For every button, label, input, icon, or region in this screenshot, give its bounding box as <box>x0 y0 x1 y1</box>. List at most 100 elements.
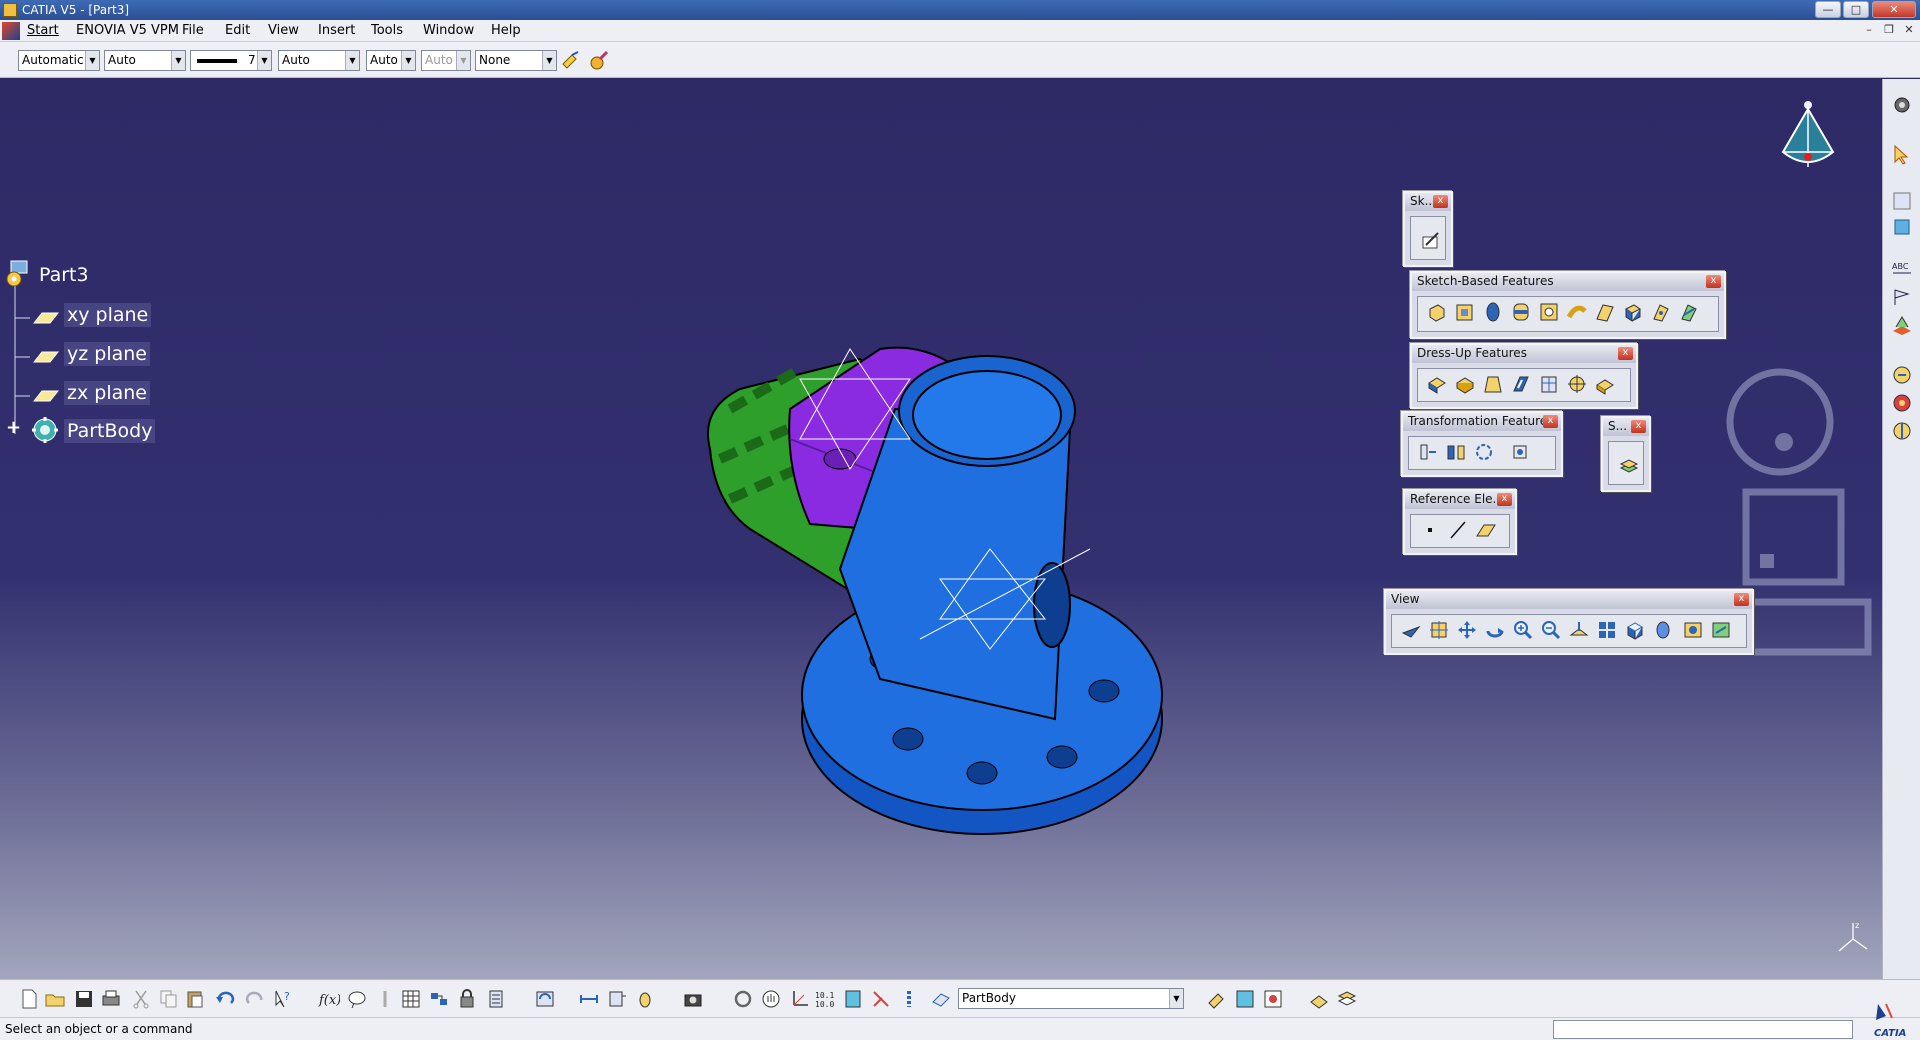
measure-between-icon[interactable] <box>578 988 600 1010</box>
color-combo[interactable]: Automatic ▼ <box>18 50 100 71</box>
scan-icon[interactable] <box>842 988 864 1010</box>
surface-based-features-close-button[interactable]: x <box>1631 420 1646 433</box>
assemble-icon[interactable] <box>1262 988 1284 1010</box>
hole-icon[interactable] <box>1538 301 1560 323</box>
chevron-down-icon[interactable]: ▼ <box>85 51 99 70</box>
power-input-field[interactable] <box>1553 1020 1853 1039</box>
boolean-icon[interactable] <box>1234 988 1256 1010</box>
design-table-icon[interactable] <box>400 988 422 1010</box>
transformation-features-close-button[interactable]: x <box>1543 415 1558 428</box>
chevron-down-icon[interactable]: ▼ <box>401 51 415 70</box>
thickness-icon[interactable] <box>1538 373 1560 395</box>
part-icon[interactable] <box>2 259 32 291</box>
catia-app-icon[interactable] <box>3 3 17 17</box>
undo-icon[interactable] <box>214 988 236 1010</box>
update-icon[interactable] <box>1890 391 1914 415</box>
chamfer-icon[interactable] <box>1454 373 1476 395</box>
refresh-icon[interactable] <box>732 988 754 1010</box>
point-icon[interactable] <box>1419 519 1441 541</box>
sketcher-toolbar-close-button[interactable]: x <box>1433 195 1448 208</box>
split-icon[interactable] <box>1618 454 1640 476</box>
gear-icon[interactable] <box>1890 93 1914 117</box>
insert-body-icon[interactable] <box>1206 988 1228 1010</box>
analysis-icon[interactable] <box>1890 419 1914 443</box>
close-button[interactable]: ✕ <box>1872 1 1916 18</box>
transparency-combo[interactable]: Auto ▼ <box>104 50 186 71</box>
line-icon[interactable] <box>1447 519 1469 541</box>
render-icon[interactable] <box>1336 988 1358 1010</box>
tree-expander-plus[interactable]: + <box>6 417 21 438</box>
3d-viewport[interactable]: Part3 xy plane yz plane zx plane + PartB… <box>0 79 1882 979</box>
paste-icon[interactable] <box>184 988 206 1010</box>
rib-icon[interactable] <box>1566 301 1588 323</box>
sheet-metal-icon[interactable] <box>1890 363 1914 387</box>
measure-icon[interactable] <box>1890 189 1914 213</box>
menu-view[interactable]: View <box>268 23 299 38</box>
text-annotation-icon[interactable]: ABC <box>1890 257 1914 281</box>
hand-icon[interactable] <box>760 988 782 1010</box>
menu-start[interactable]: Start <box>27 23 59 38</box>
catia-logo-icon[interactable] <box>2 22 20 40</box>
capture-camera-icon[interactable] <box>682 988 704 1010</box>
plane-icon[interactable] <box>1475 519 1497 541</box>
print-icon[interactable] <box>100 988 122 1010</box>
menu-window[interactable]: Window <box>423 23 474 38</box>
pocket-icon[interactable] <box>1454 301 1476 323</box>
layers-icon[interactable] <box>898 988 920 1010</box>
zoom-out-icon[interactable] <box>1540 619 1562 641</box>
menu-tools[interactable]: Tools <box>371 23 403 38</box>
binary-icon[interactable]: 10.110.0 <box>814 988 836 1010</box>
body-selector-icon[interactable] <box>930 988 952 1010</box>
dress-up-features-title[interactable]: Dress-Up Features <box>1412 345 1636 363</box>
formula-icon[interactable]: f(x) <box>318 988 340 1010</box>
plane-icon[interactable] <box>32 385 60 407</box>
catalog-icon[interactable] <box>428 988 450 1010</box>
scaling-icon[interactable] <box>1509 441 1531 463</box>
remove-face-icon[interactable] <box>1594 373 1616 395</box>
draft-icon[interactable] <box>1482 373 1504 395</box>
reference-elements-close-button[interactable]: x <box>1497 493 1512 506</box>
shell-icon[interactable] <box>1510 373 1532 395</box>
chevron-down-icon[interactable]: ▼ <box>542 51 556 70</box>
zoom-in-icon[interactable] <box>1512 619 1534 641</box>
transformation-features-title[interactable]: Transformation Features <box>1403 413 1561 431</box>
parameters-icon[interactable] <box>486 988 508 1010</box>
menu-help[interactable]: Help <box>491 23 521 38</box>
current-body-combo[interactable]: PartBody ▼ <box>958 988 1184 1009</box>
pan-icon[interactable] <box>1456 619 1478 641</box>
stiffener-icon[interactable] <box>1622 301 1644 323</box>
compass-icon[interactable] <box>1773 97 1843 207</box>
multi-sections-solid-icon[interactable] <box>1650 301 1672 323</box>
lock-icon[interactable] <box>456 988 478 1010</box>
axis-system-icon[interactable] <box>788 988 810 1010</box>
sketch-icon[interactable] <box>1420 229 1442 251</box>
groove-icon[interactable] <box>1510 301 1532 323</box>
measure-inertia-icon[interactable] <box>634 988 656 1010</box>
measure-item-icon[interactable] <box>606 988 628 1010</box>
update-all-icon[interactable] <box>534 988 556 1010</box>
constraints-icon[interactable] <box>870 988 892 1010</box>
pad-icon[interactable] <box>1426 301 1448 323</box>
multi-view-icon[interactable] <box>1596 619 1618 641</box>
layer-combo[interactable]: None ▼ <box>475 50 557 71</box>
hide-show-icon[interactable] <box>1682 619 1704 641</box>
minimize-button[interactable]: — <box>1815 1 1841 18</box>
sketch-based-features-close-button[interactable]: x <box>1706 275 1721 288</box>
line-weight-combo[interactable]: 7 ▼ <box>190 50 272 71</box>
view-toolbar-close-button[interactable]: x <box>1734 593 1749 606</box>
maximize-button[interactable]: □ <box>1843 1 1869 18</box>
new-file-icon[interactable] <box>18 988 40 1010</box>
doc-restore-button[interactable]: ❐ <box>1880 23 1898 39</box>
plane-icon[interactable] <box>32 346 60 368</box>
circular-pattern-icon[interactable] <box>1473 441 1495 463</box>
menu-edit[interactable]: Edit <box>225 23 250 38</box>
slot-icon[interactable] <box>1594 301 1616 323</box>
3d-part-model[interactable] <box>690 289 1170 849</box>
sketch-based-features-title[interactable]: Sketch-Based Features <box>1412 273 1724 291</box>
doc-minimize-button[interactable]: – <box>1860 23 1878 39</box>
menu-file[interactable]: File <box>182 23 204 38</box>
chevron-down-icon[interactable]: ▼ <box>257 51 271 70</box>
whats-this-icon[interactable]: ? <box>272 988 294 1010</box>
point-symbol-combo[interactable]: Auto ▼ <box>366 50 416 71</box>
chevron-down-icon[interactable]: ▼ <box>171 51 185 70</box>
